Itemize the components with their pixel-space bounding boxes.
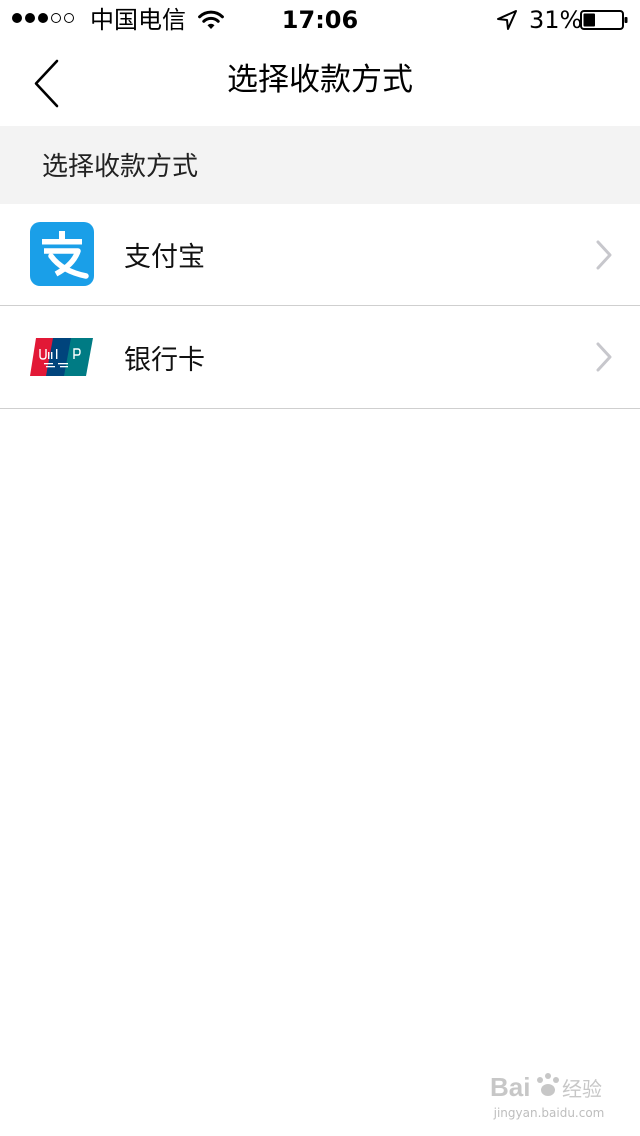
svg-text:Bai: Bai (490, 1072, 530, 1102)
chevron-right-icon (596, 342, 612, 372)
screen: 中国电信 17:06 31% 选择收款方式 选择收款方式 支付宝 银行卡 Bai… (0, 0, 640, 1136)
list-item-bank-card[interactable]: 银行卡 (0, 306, 640, 409)
alipay-icon (30, 222, 94, 286)
bank-card-label: 银行卡 (124, 344, 205, 376)
svg-text:经验: 经验 (562, 1077, 602, 1101)
alipay-label: 支付宝 (124, 242, 205, 273)
location-arrow-icon (497, 10, 517, 30)
chevron-right-icon (596, 240, 612, 269)
page-title: 选择收款方式 (227, 62, 413, 98)
battery-icon (580, 10, 628, 30)
chevron-left-icon (34, 59, 59, 108)
navigation-bar: 选择收款方式 (0, 40, 640, 126)
payment-method-list: 支付宝 银行卡 (0, 204, 640, 409)
watermark-url: jingyan.baidu.com (493, 1106, 605, 1120)
back-button[interactable] (20, 58, 70, 110)
section-header-label: 选择收款方式 (42, 152, 199, 182)
baidu-jingyan-watermark: Bai 经验 jingyan.baidu.com (488, 1066, 610, 1126)
unionpay-icon (30, 338, 93, 376)
list-item-alipay[interactable]: 支付宝 (0, 204, 640, 306)
battery-percent: 31% (529, 6, 583, 34)
baidu-logo-icon: Bai 经验 (490, 1072, 602, 1102)
status-bar: 中国电信 17:06 31% (0, 0, 640, 40)
section-header: 选择收款方式 (0, 126, 640, 204)
